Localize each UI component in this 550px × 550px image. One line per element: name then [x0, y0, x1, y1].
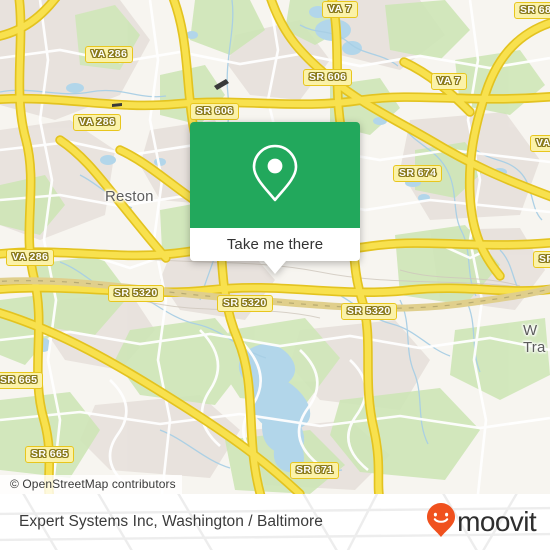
take-me-there-button[interactable]: Take me there	[190, 228, 360, 261]
road-shield-sr-5320-east: SR 5320	[341, 303, 397, 320]
road-shield-sr-east-edge: SR	[533, 251, 550, 268]
place-label-wolf-trap: W Tra	[523, 322, 546, 356]
place-label-Reston: Reston	[105, 188, 154, 205]
moovit-logo[interactable]: moovit	[426, 502, 537, 543]
road-shield-va-286-west: VA 286	[6, 249, 55, 266]
road-shield-sr-665-south: SR 665	[25, 446, 75, 463]
road-shield-sr-606-top: SR 606	[303, 69, 353, 86]
road-shield-sr-674: SR 674	[393, 165, 443, 182]
road-shield-sr-5320-mid: SR 5320	[217, 295, 273, 312]
road-shield-va-7-east: VA 7	[431, 73, 467, 90]
road-shield-va-286-north: VA 286	[85, 46, 134, 63]
moovit-pin-smiley-icon	[426, 502, 456, 543]
road-shield-va-286-mid: VA 286	[73, 114, 122, 131]
map-pin-icon	[249, 142, 301, 209]
footer-bar: Expert Systems Inc, Washington / Baltimo…	[0, 494, 550, 550]
location-popup-card[interactable]: Take me there	[190, 122, 360, 274]
popup-header	[190, 122, 360, 228]
road-shield-sr-68x-ne: SR 68	[514, 2, 550, 19]
road-shield-sr-665-west: SR 665	[0, 372, 44, 389]
map-canvas[interactable]: VA 286 VA 286 VA 286 VA 7 VA 7 SR 606 SR 606 SR…	[0, 0, 550, 494]
moovit-map-screenshot: VA 286 VA 286 VA 286 VA 7 VA 7 SR 606 SR 606 SR…	[0, 0, 550, 550]
page-title: Expert Systems Inc, Washington / Baltimo…	[19, 513, 323, 530]
road-shield-va-7-top: VA 7	[322, 1, 358, 18]
road-shield-sr-5320-west: SR 5320	[108, 285, 164, 302]
take-me-there-label: Take me there	[226, 236, 324, 253]
osm-attribution[interactable]: © OpenStreetMap contributors	[0, 475, 182, 494]
popup-pointer	[264, 261, 286, 274]
road-shield-va-east-edge: VA	[530, 135, 550, 152]
road-shield-sr-606-mid: SR 606	[190, 103, 240, 120]
road-shield-sr-671: SR 671	[290, 462, 340, 479]
moovit-wordmark: moovit	[457, 506, 536, 537]
